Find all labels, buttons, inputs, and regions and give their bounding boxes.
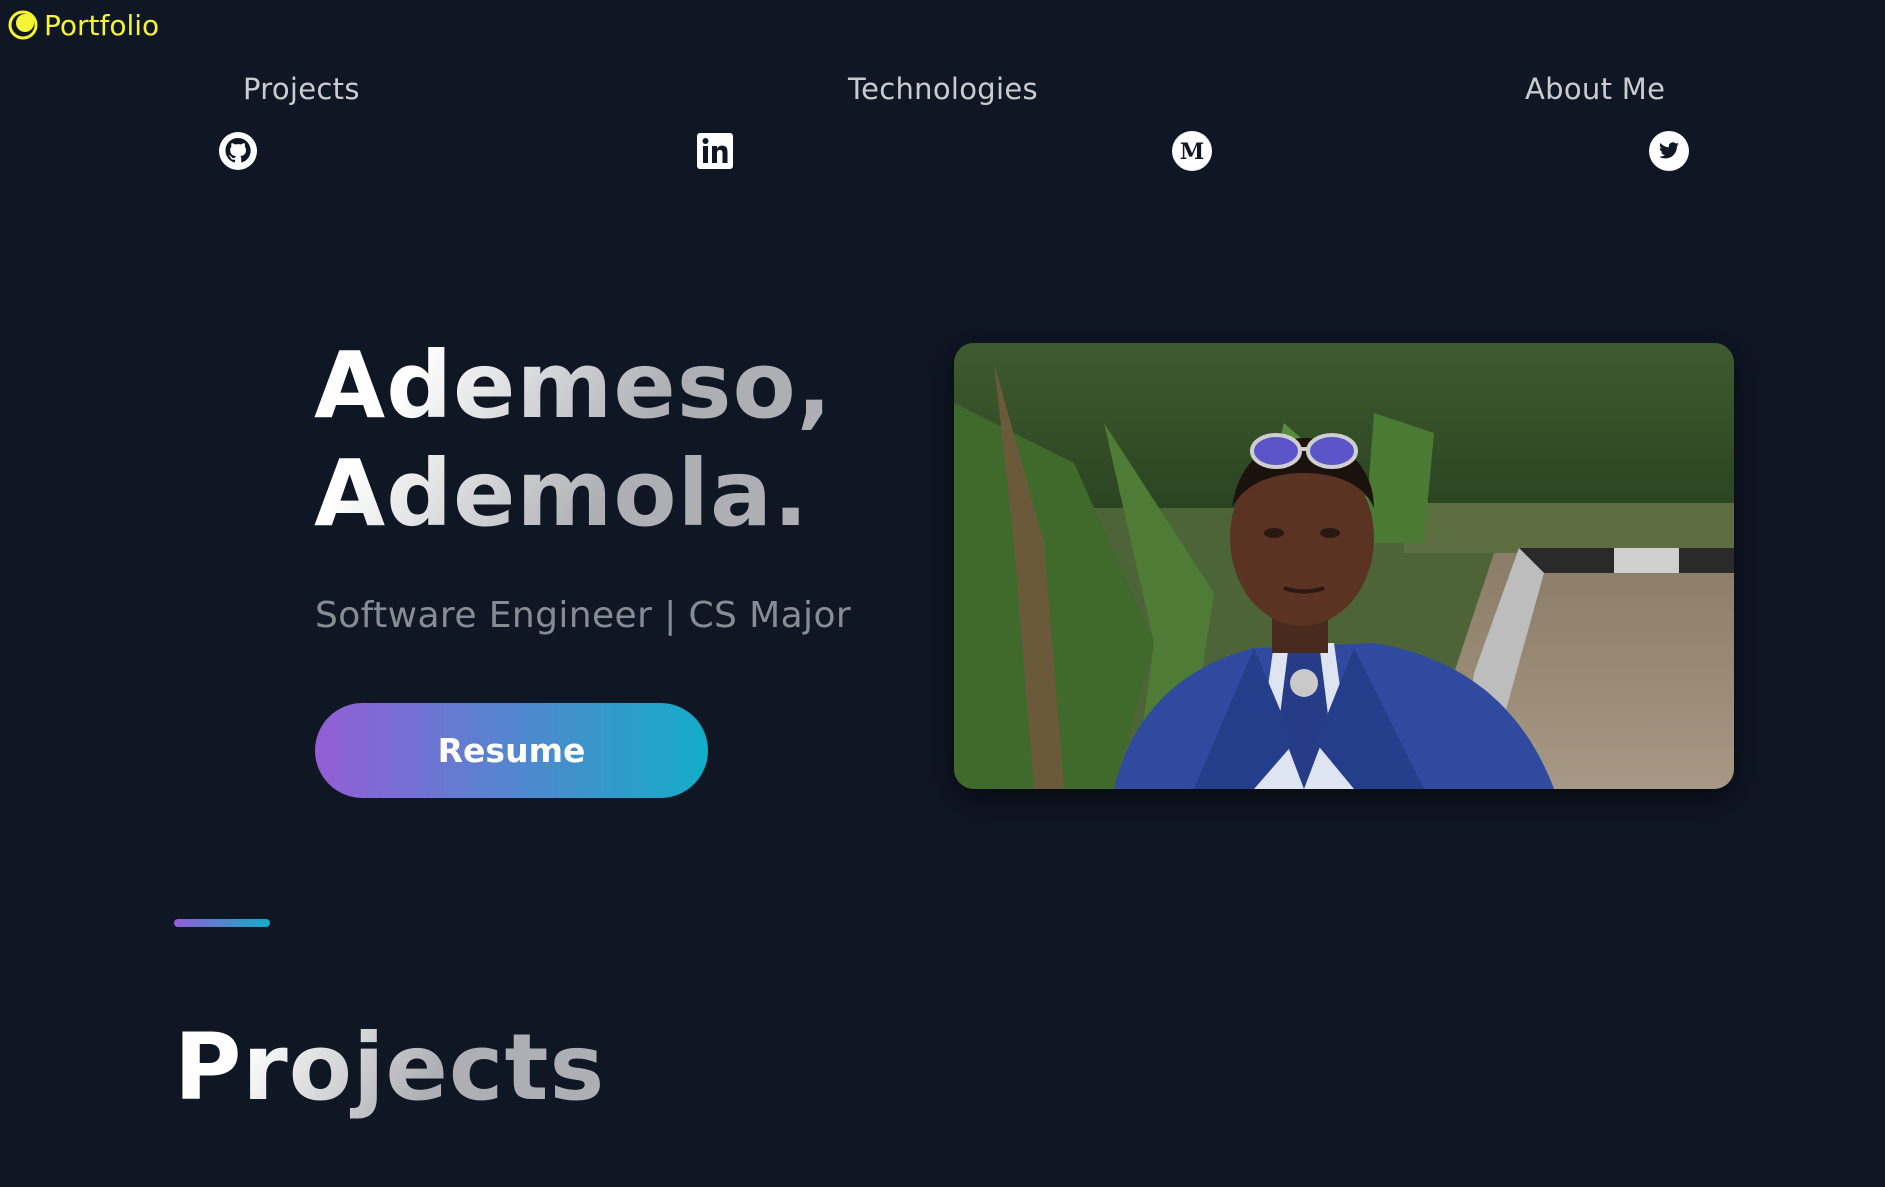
- profile-photo-image: [954, 343, 1734, 789]
- logo-link[interactable]: Portfolio: [6, 8, 159, 42]
- nav-technologies[interactable]: Technologies: [848, 72, 1038, 106]
- github-link[interactable]: [217, 130, 259, 172]
- profile-photo: [954, 343, 1734, 789]
- section-title-projects: Projects: [174, 1014, 606, 1121]
- hero-title-line2: Ademola.: [314, 440, 810, 547]
- section-divider: [174, 919, 270, 927]
- medium-icon: M: [1172, 131, 1212, 171]
- github-icon: [219, 132, 257, 170]
- medium-link[interactable]: M: [1171, 130, 1213, 172]
- logo-label: Portfolio: [44, 8, 160, 42]
- resume-button[interactable]: Resume: [315, 703, 708, 798]
- svg-text:M: M: [1180, 139, 1204, 165]
- nav-about-me[interactable]: About Me: [1525, 72, 1665, 106]
- hero-title: Ademeso, Ademola.: [314, 332, 833, 548]
- hero-subtitle: Software Engineer | CS Major: [315, 595, 852, 636]
- linkedin-icon: [697, 133, 733, 169]
- nav-projects[interactable]: Projects: [243, 72, 360, 106]
- page: Portfolio Projects Technologies About Me…: [0, 0, 1885, 1187]
- twitter-icon: [1649, 131, 1689, 171]
- logo-icon: [8, 10, 38, 40]
- twitter-link[interactable]: [1648, 130, 1690, 172]
- hero-title-line1: Ademeso,: [314, 332, 833, 439]
- linkedin-link[interactable]: [694, 130, 736, 172]
